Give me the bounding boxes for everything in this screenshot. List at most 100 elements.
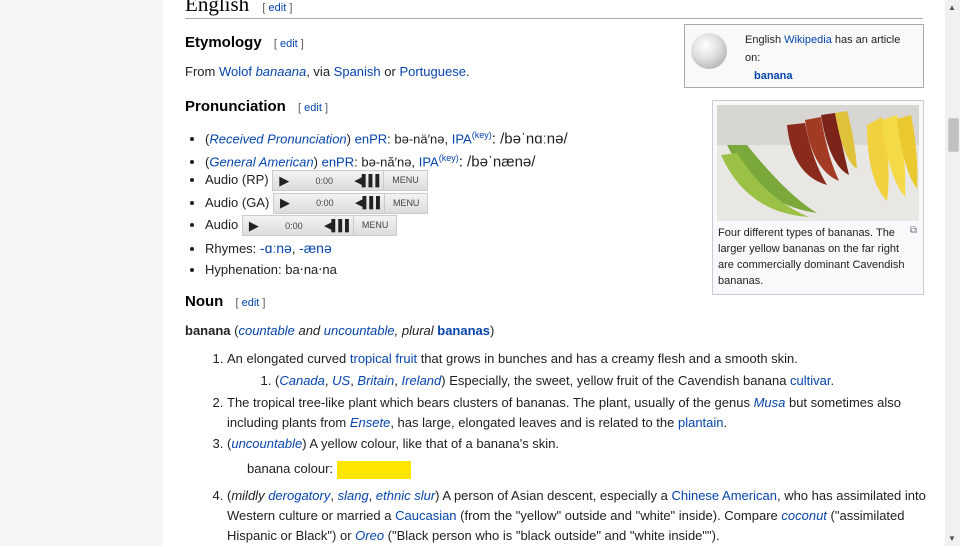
audio-player: ▶ 0:00 ◀▌▌▌ MENU [272,192,429,214]
bananas-image[interactable] [717,105,919,221]
link-enpr[interactable]: enPR [322,154,355,169]
scroll-up-icon[interactable]: ▲ [948,3,956,12]
link-caucasian[interactable]: Caucasian [395,508,456,523]
link-plantain[interactable]: plantain [678,415,724,430]
etymology-sep: , via [306,64,334,79]
edit-link-wrap: [ edit ] [262,2,293,14]
link-received-pronunciation[interactable]: Received Pronunciation [209,131,346,146]
link-ensete[interactable]: Ensete [350,415,390,430]
etymology-or: or [380,64,400,79]
volume-icon[interactable]: ◀▌▌▌ [354,192,384,214]
link-chinese-american[interactable]: Chinese American [671,488,777,503]
link-general-american[interactable]: General American [209,154,313,169]
section-title: English [185,0,250,16]
link-ireland[interactable]: Ireland [402,373,442,388]
banana-colour-swatch [337,460,412,479]
link-ipa[interactable]: IPA [452,131,472,146]
link-rhyme-1[interactable]: -ɑːnə [260,240,292,256]
audio-player: ▶ 0:00 ◀▌▌▌ MENU [241,215,398,237]
wikipedia-globe-icon [691,33,727,69]
link-derogatory[interactable]: derogatory [268,488,330,503]
link-us[interactable]: US [332,373,350,388]
link-spanish[interactable]: Spanish [334,64,381,79]
wikipedia-box-text: English Wikipedia has an article on: ban… [745,31,917,85]
volume-icon[interactable]: ◀▌▌▌ [353,170,383,192]
scroll-down-icon[interactable]: ▼ [948,534,956,543]
link-portuguese[interactable]: Portuguese [399,64,466,79]
wikipedia-box: English Wikipedia has an article on: ban… [684,24,924,88]
play-icon[interactable]: ▶ [243,215,265,237]
link-countable[interactable]: countable [238,323,294,338]
paren: ) [346,131,355,147]
audio-menu-button[interactable]: MENU [352,216,397,236]
sense-text: ) A person of Asian descent, especially … [435,488,672,503]
audio-time: 0:00 [316,198,334,209]
left-panel [0,0,164,546]
and-text: and [294,323,324,338]
wiki-line-a: English [745,34,785,46]
pron-ga: (General American) enPR: bə-nă′nə, IPA(k… [205,147,568,170]
link-banaana[interactable]: banaana [256,64,307,79]
link-musa[interactable]: Musa [754,395,786,410]
link-ipa-key[interactable]: (key) [439,153,459,163]
audio-rp: Audio (RP) ▶ 0:00 ◀▌▌▌MENU [205,169,568,192]
link-wolof[interactable]: Wolof [219,64,252,79]
etymology-text: From Wolof banaana, via Spanish or Portu… [185,64,470,79]
link-uncountable[interactable]: uncountable [324,323,395,338]
edit-link-noun[interactable]: edit [242,297,260,309]
link-uncountable-tag[interactable]: uncountable [231,436,302,451]
pronunciation-list: (Received Pronunciation) enPR: bə-nä′nə,… [185,124,568,282]
link-wiki-article[interactable]: banana [754,70,793,82]
comma: , [394,373,402,388]
scrollbar-thumb[interactable] [948,118,959,152]
paren: ) [490,323,495,338]
edit-link-pronunciation[interactable]: edit [304,102,322,114]
link-slang[interactable]: slang [338,488,369,503]
link-coconut[interactable]: coconut [781,508,827,523]
link-plural-bananas[interactable]: bananas [437,323,490,338]
headword: banana [185,323,231,338]
audio-time: 0:00 [285,220,303,231]
sense-4: (mildly derogatory, slang, ethnic slur) … [227,486,932,546]
mildly-label: mildly [231,488,265,503]
period: . [723,415,728,430]
link-ipa[interactable]: IPA [419,154,439,169]
period: . [830,373,835,388]
link-rhyme-2[interactable]: -ænə [299,240,332,256]
link-canada[interactable]: Canada [279,373,325,388]
link-tropical-fruit[interactable]: tropical fruit [350,351,417,366]
sense-text: (from the "yellow" outside and "white" i… [456,508,782,523]
etymology-end: . [465,64,470,79]
edit-link-etymology[interactable]: edit [280,38,298,50]
volume-icon[interactable]: ◀▌▌▌ [323,215,353,237]
sense-text: An elongated curved [227,351,350,366]
hyphenation-text: Hyphenation: ba‧na‧na [205,262,337,277]
vertical-scrollbar[interactable]: ▲ ▼ [945,0,960,546]
heading-etymology: Etymology [ edit ] [185,34,304,51]
noun-title: Noun [185,293,224,310]
link-wikipedia[interactable]: Wikipedia [784,34,832,46]
sense-text: ) A yellow colour, like that of a banana… [302,436,560,451]
play-icon[interactable]: ▶ [273,170,295,192]
enpr-value: : bə-nă′nə, [354,153,419,169]
enpr-value: : bə-nä′nə, [387,131,452,147]
link-cultivar[interactable]: cultivar [790,373,830,388]
heading-pronunciation: Pronunciation [ edit ] [185,98,328,115]
audio-general: Audio ▶ 0:00 ◀▌▌▌MENU [205,214,568,237]
link-britain[interactable]: Britain [357,373,394,388]
audio-menu-button[interactable]: MENU [383,193,428,213]
etymology-from: From [185,64,219,79]
audio-menu-button[interactable]: MENU [383,171,427,191]
heading-noun: Noun [ edit ] [185,293,266,310]
edit-link-english[interactable]: edit [269,2,287,14]
link-ipa-key[interactable]: (key) [472,130,492,140]
sense-3: (uncountable) A yellow colour, like that… [227,434,932,480]
edit-link-wrap: [ edit ] [298,102,329,114]
link-enpr[interactable]: enPR [355,131,388,146]
enlarge-icon[interactable]: ⧉ [910,225,917,236]
link-ethnic-slur[interactable]: ethnic slur [376,488,435,503]
play-icon[interactable]: ▶ [274,192,296,214]
link-oreo[interactable]: Oreo [355,528,384,543]
sense-text: ("Black person who is "black outside" an… [384,528,720,543]
pron-rp: (Received Pronunciation) enPR: bə-nä′nə,… [205,124,568,147]
